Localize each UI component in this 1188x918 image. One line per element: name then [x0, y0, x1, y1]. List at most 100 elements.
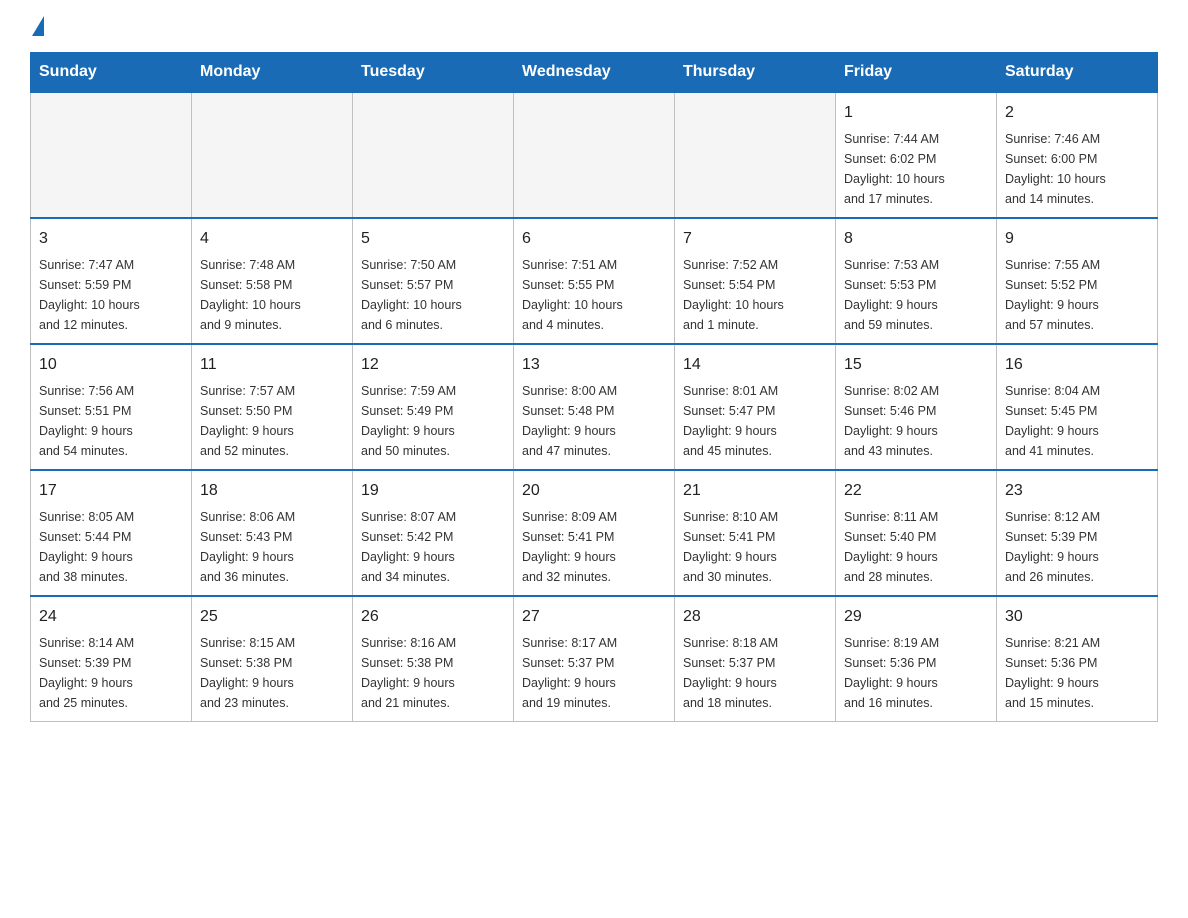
calendar-cell: 3 Sunrise: 7:47 AMSunset: 5:59 PMDaylight… [31, 218, 192, 344]
calendar-cell: 19Sunrise: 8:07 AMSunset: 5:42 PMDayligh… [353, 470, 514, 596]
day-info: Sunrise: 7:48 AMSunset: 5:58 PMDaylight:… [200, 255, 344, 335]
day-info: Sunrise: 7:53 AMSunset: 5:53 PMDaylight:… [844, 255, 988, 335]
day-number: 5 [361, 227, 505, 251]
day-number: 6 [522, 227, 666, 251]
calendar-cell: 14 Sunrise: 8:01 AMSunset: 5:47 PMDayligh… [675, 344, 836, 470]
day-number: 1 [844, 101, 988, 125]
day-number: 12 [361, 353, 505, 377]
day-info: Sunrise: 8:14 AMSunset: 5:39 PMDaylight:… [39, 633, 183, 713]
calendar-cell: 30 Sunrise: 8:21 AMSunset: 5:36 PMDayligh… [997, 596, 1158, 722]
day-info: Sunrise: 8:16 AMSunset: 5:38 PMDaylight:… [361, 633, 505, 713]
day-number: 26 [361, 605, 505, 629]
day-number: 25 [200, 605, 344, 629]
column-header-wednesday: Wednesday [514, 53, 675, 93]
calendar-cell: 29 Sunrise: 8:19 AMSunset: 5:36 PMDayligh… [836, 596, 997, 722]
day-number: 28 [683, 605, 827, 629]
day-number: 2 [1005, 101, 1149, 125]
day-info: Sunrise: 8:05 AMSunset: 5:44 PMDaylight:… [39, 507, 183, 587]
calendar-cell [514, 92, 675, 218]
calendar-cell: 18 Sunrise: 8:06 AMSunset: 5:43 PMDayligh… [192, 470, 353, 596]
day-info: Sunrise: 8:15 AMSunset: 5:38 PMDaylight:… [200, 633, 344, 713]
day-number: 9 [1005, 227, 1149, 251]
day-info: Sunrise: 7:47 AMSunset: 5:59 PMDaylight:… [39, 255, 183, 335]
calendar-cell: 8 Sunrise: 7:53 AMSunset: 5:53 PMDaylight… [836, 218, 997, 344]
calendar-cell: 22 Sunrise: 8:11 AMSunset: 5:40 PMDayligh… [836, 470, 997, 596]
day-number: 17 [39, 479, 183, 503]
day-number: 16 [1005, 353, 1149, 377]
day-number: 21 [683, 479, 827, 503]
calendar-cell: 9 Sunrise: 7:55 AMSunset: 5:52 PMDaylight… [997, 218, 1158, 344]
column-header-sunday: Sunday [31, 53, 192, 93]
day-info: Sunrise: 7:50 AMSunset: 5:57 PMDaylight:… [361, 255, 505, 335]
day-info: Sunrise: 7:46 AMSunset: 6:00 PMDaylight:… [1005, 129, 1149, 209]
day-info: Sunrise: 7:55 AMSunset: 5:52 PMDaylight:… [1005, 255, 1149, 335]
day-info: Sunrise: 8:12 AMSunset: 5:39 PMDaylight:… [1005, 507, 1149, 587]
column-header-friday: Friday [836, 53, 997, 93]
day-number: 11 [200, 353, 344, 377]
calendar-cell [192, 92, 353, 218]
day-number: 10 [39, 353, 183, 377]
day-info: Sunrise: 7:51 AMSunset: 5:55 PMDaylight:… [522, 255, 666, 335]
day-number: 14 [683, 353, 827, 377]
calendar-cell: 27Sunrise: 8:17 AMSunset: 5:37 PMDayligh… [514, 596, 675, 722]
day-info: Sunrise: 8:06 AMSunset: 5:43 PMDaylight:… [200, 507, 344, 587]
calendar-cell: 16 Sunrise: 8:04 AMSunset: 5:45 PMDayligh… [997, 344, 1158, 470]
calendar-cell: 12Sunrise: 7:59 AMSunset: 5:49 PMDayligh… [353, 344, 514, 470]
day-number: 3 [39, 227, 183, 251]
calendar-cell: 11 Sunrise: 7:57 AMSunset: 5:50 PMDayligh… [192, 344, 353, 470]
day-number: 23 [1005, 479, 1149, 503]
logo-triangle-icon [32, 16, 44, 36]
day-number: 19 [361, 479, 505, 503]
calendar-cell: 5 Sunrise: 7:50 AMSunset: 5:57 PMDaylight… [353, 218, 514, 344]
calendar-cell: 4 Sunrise: 7:48 AMSunset: 5:58 PMDaylight… [192, 218, 353, 344]
calendar-cell: 1 Sunrise: 7:44 AMSunset: 6:02 PMDaylight… [836, 92, 997, 218]
day-info: Sunrise: 7:52 AMSunset: 5:54 PMDaylight:… [683, 255, 827, 335]
day-info: Sunrise: 7:56 AMSunset: 5:51 PMDaylight:… [39, 381, 183, 461]
calendar-cell [353, 92, 514, 218]
day-number: 13 [522, 353, 666, 377]
day-info: Sunrise: 8:02 AMSunset: 5:46 PMDaylight:… [844, 381, 988, 461]
day-info: Sunrise: 8:18 AMSunset: 5:37 PMDaylight:… [683, 633, 827, 713]
calendar-table: SundayMondayTuesdayWednesdayThursdayFrid… [30, 52, 1158, 722]
calendar-cell: 2 Sunrise: 7:46 AMSunset: 6:00 PMDaylight… [997, 92, 1158, 218]
calendar-cell: 25 Sunrise: 8:15 AMSunset: 5:38 PMDayligh… [192, 596, 353, 722]
calendar-cell: 26 Sunrise: 8:16 AMSunset: 5:38 PMDayligh… [353, 596, 514, 722]
day-number: 7 [683, 227, 827, 251]
day-info: Sunrise: 8:19 AMSunset: 5:36 PMDaylight:… [844, 633, 988, 713]
day-number: 4 [200, 227, 344, 251]
page-header [30, 20, 1158, 32]
day-info: Sunrise: 7:44 AMSunset: 6:02 PMDaylight:… [844, 129, 988, 209]
calendar-cell: 24 Sunrise: 8:14 AMSunset: 5:39 PMDayligh… [31, 596, 192, 722]
day-number: 22 [844, 479, 988, 503]
calendar-cell: 7 Sunrise: 7:52 AMSunset: 5:54 PMDaylight… [675, 218, 836, 344]
calendar-cell: 28 Sunrise: 8:18 AMSunset: 5:37 PMDayligh… [675, 596, 836, 722]
calendar-cell: 10 Sunrise: 7:56 AMSunset: 5:51 PMDayligh… [31, 344, 192, 470]
day-number: 18 [200, 479, 344, 503]
day-info: Sunrise: 8:00 AMSunset: 5:48 PMDaylight:… [522, 381, 666, 461]
calendar-cell: 21 Sunrise: 8:10 AMSunset: 5:41 PMDayligh… [675, 470, 836, 596]
day-number: 30 [1005, 605, 1149, 629]
calendar-cell: 15Sunrise: 8:02 AMSunset: 5:46 PMDayligh… [836, 344, 997, 470]
day-number: 29 [844, 605, 988, 629]
column-header-monday: Monday [192, 53, 353, 93]
day-info: Sunrise: 8:10 AMSunset: 5:41 PMDaylight:… [683, 507, 827, 587]
day-info: Sunrise: 8:21 AMSunset: 5:36 PMDaylight:… [1005, 633, 1149, 713]
column-header-thursday: Thursday [675, 53, 836, 93]
calendar-cell: 13 Sunrise: 8:00 AMSunset: 5:48 PMDayligh… [514, 344, 675, 470]
day-info: Sunrise: 8:11 AMSunset: 5:40 PMDaylight:… [844, 507, 988, 587]
day-info: Sunrise: 8:01 AMSunset: 5:47 PMDaylight:… [683, 381, 827, 461]
calendar-cell [31, 92, 192, 218]
column-header-tuesday: Tuesday [353, 53, 514, 93]
calendar-cell: 23 Sunrise: 8:12 AMSunset: 5:39 PMDayligh… [997, 470, 1158, 596]
calendar-cell: 17 Sunrise: 8:05 AMSunset: 5:44 PMDayligh… [31, 470, 192, 596]
day-info: Sunrise: 8:17 AMSunset: 5:37 PMDaylight:… [522, 633, 666, 713]
day-number: 24 [39, 605, 183, 629]
calendar-cell: 20Sunrise: 8:09 AMSunset: 5:41 PMDayligh… [514, 470, 675, 596]
day-info: Sunrise: 7:57 AMSunset: 5:50 PMDaylight:… [200, 381, 344, 461]
column-header-saturday: Saturday [997, 53, 1158, 93]
day-number: 8 [844, 227, 988, 251]
day-info: Sunrise: 8:09 AMSunset: 5:41 PMDaylight:… [522, 507, 666, 587]
calendar-cell [675, 92, 836, 218]
logo [30, 20, 46, 32]
day-info: Sunrise: 8:04 AMSunset: 5:45 PMDaylight:… [1005, 381, 1149, 461]
